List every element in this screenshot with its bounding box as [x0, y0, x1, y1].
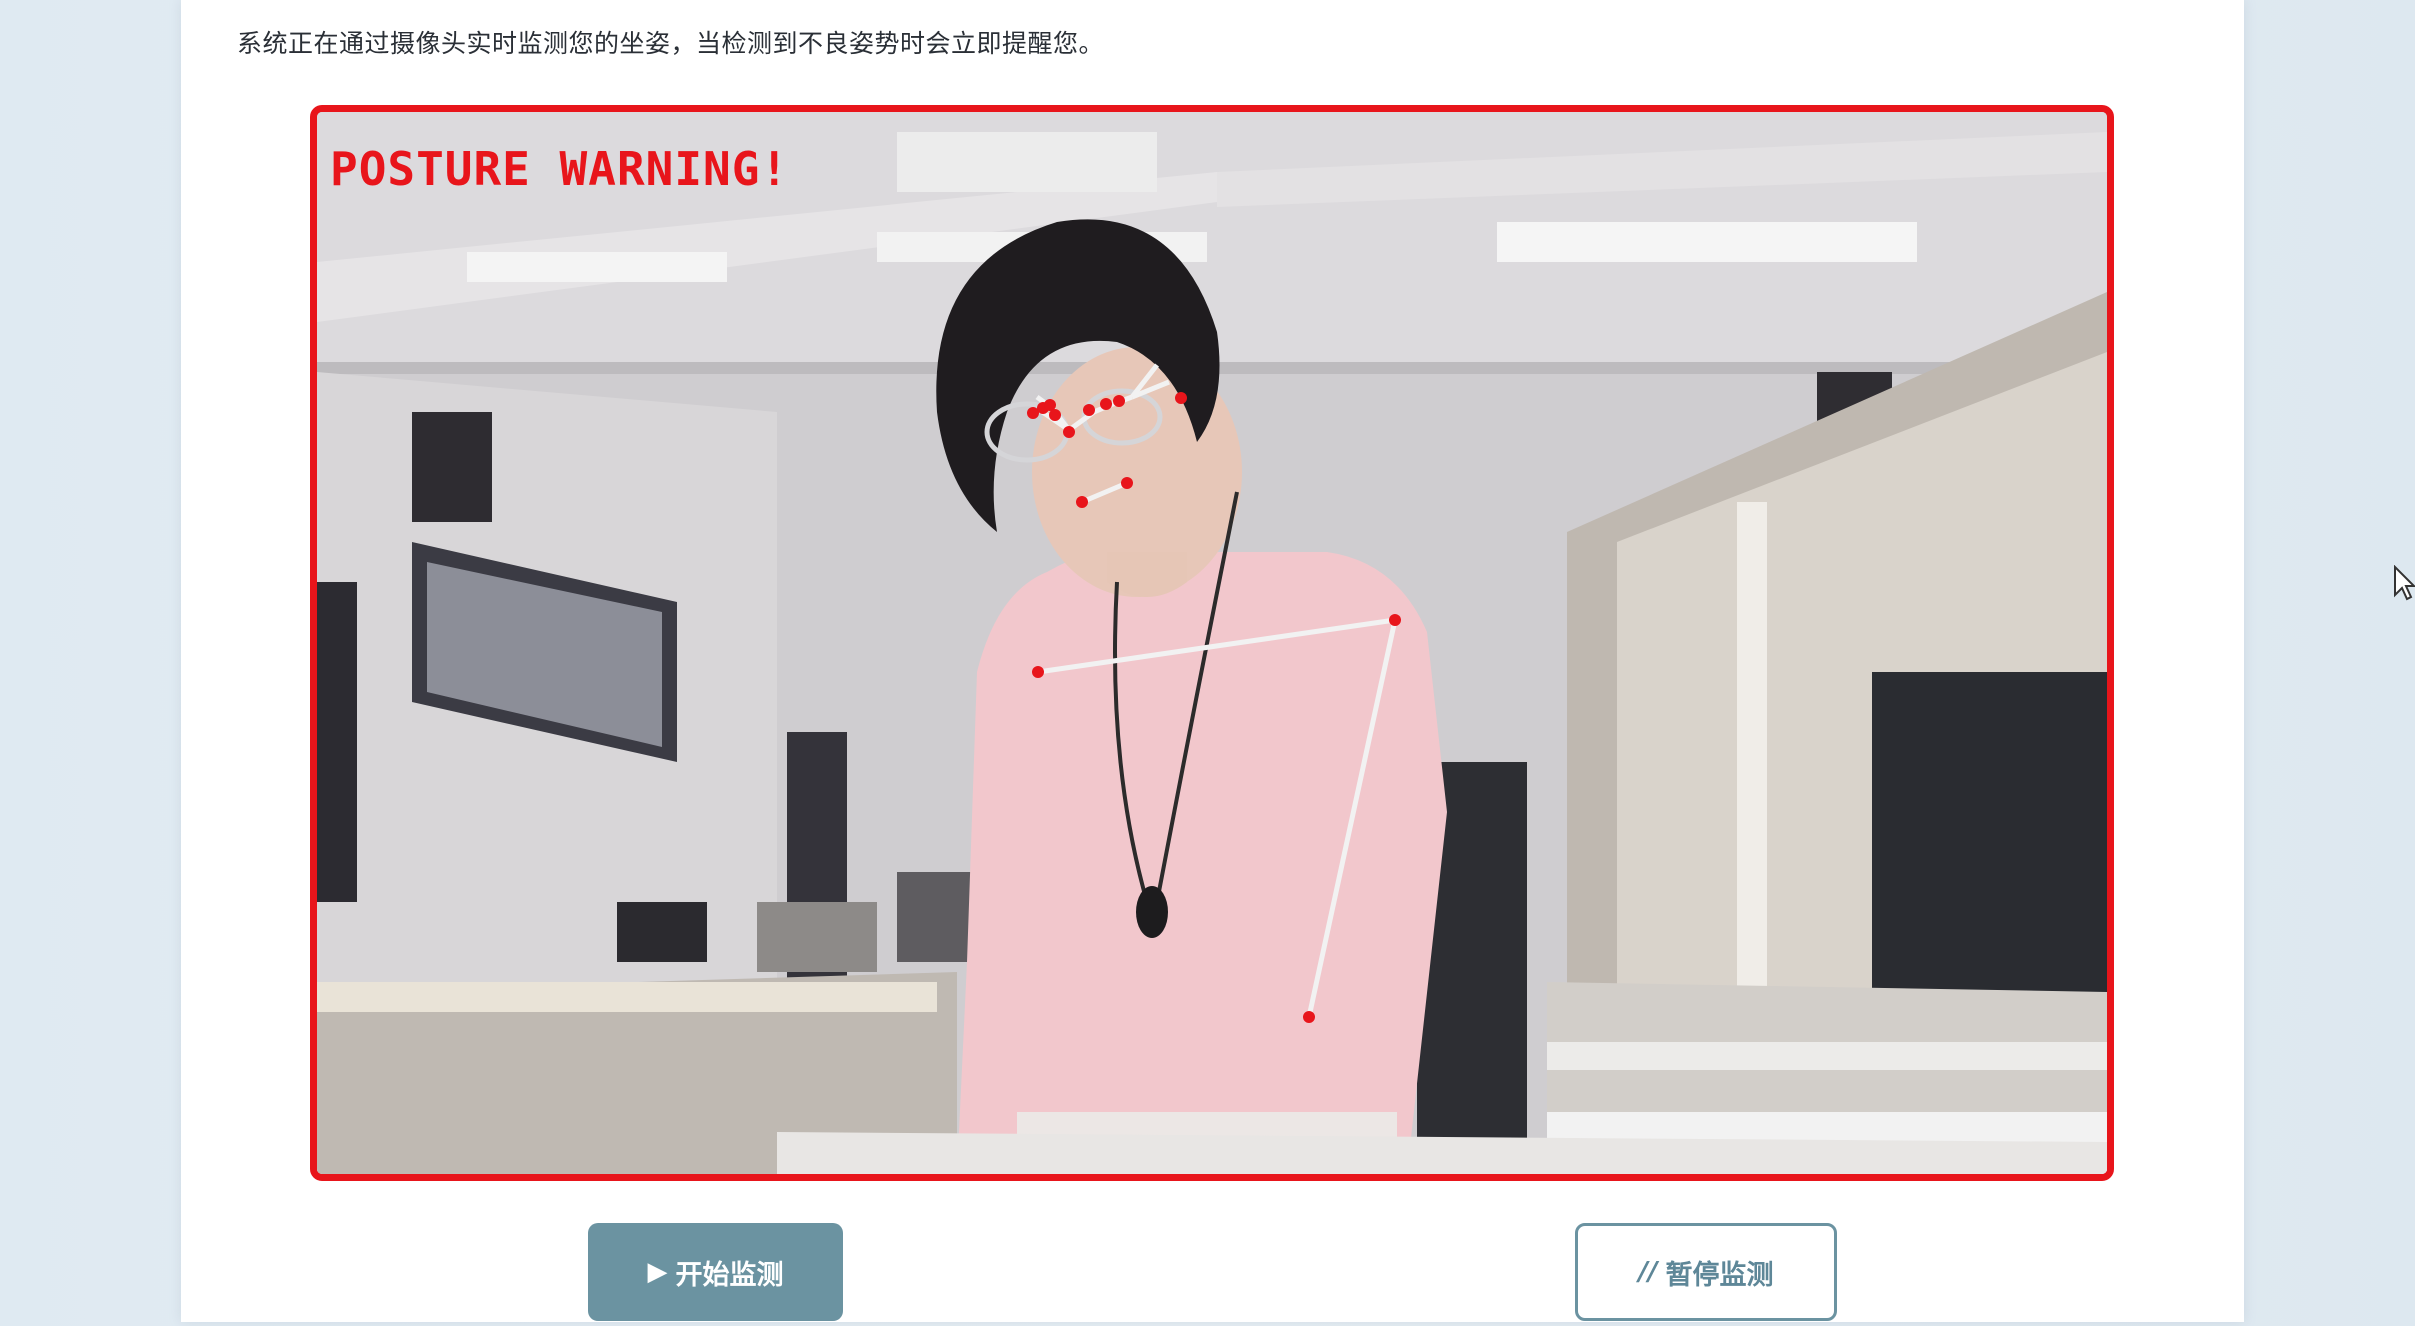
start-monitoring-label: 开始监测: [675, 1259, 784, 1291]
monitor-description: 系统正在通过摄像头实时监测您的坐姿，当检测到不良姿势时会立即提醒您。: [237, 29, 1105, 58]
camera-scene: [317, 112, 2107, 1174]
pause-monitoring-label: 暂停监测: [1665, 1259, 1774, 1291]
camera-feed: POSTURE WARNING!: [310, 105, 2114, 1181]
start-monitoring-button[interactable]: ▶ 开始监测: [588, 1223, 843, 1321]
play-icon: ▶: [647, 1257, 668, 1287]
posture-warning-label: POSTURE WARNING!: [330, 142, 790, 196]
pause-monitoring-button[interactable]: // 暂停监测: [1575, 1223, 1837, 1321]
pause-icon: //: [1638, 1257, 1658, 1287]
mouse-cursor-icon: [2394, 565, 2415, 601]
